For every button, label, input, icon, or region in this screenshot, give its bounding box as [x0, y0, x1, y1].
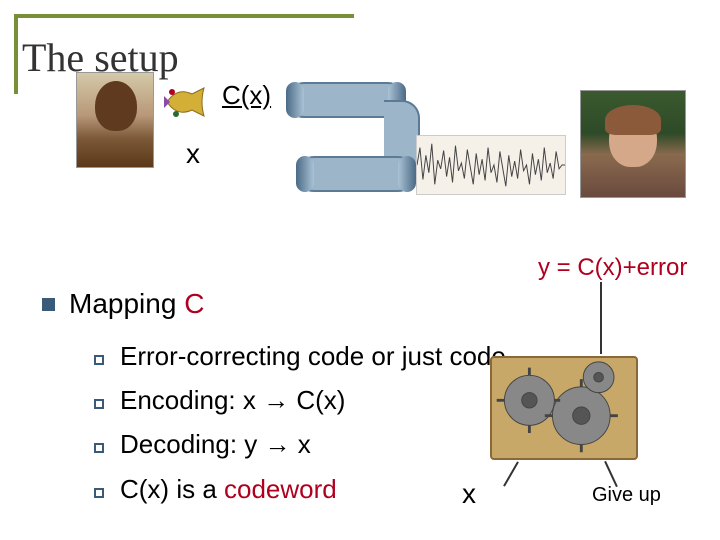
list-item: C(x) is a codeword — [94, 467, 506, 511]
noise-waveform-icon — [416, 135, 566, 195]
decoded-x-label: x — [462, 478, 476, 510]
accent-border-top — [14, 14, 354, 18]
receiver-photo — [580, 90, 686, 198]
bullet-hollow-icon — [94, 488, 104, 498]
channel-pipe-icon — [286, 82, 416, 192]
codeword-label: C(x) — [222, 80, 271, 111]
bullet-hollow-icon — [94, 443, 104, 453]
mapping-heading: Mapping C — [42, 288, 204, 320]
sender-photo — [76, 72, 154, 168]
received-y-label: y = C(x)+error — [538, 254, 687, 282]
list-item: Encoding: x → C(x) — [94, 378, 506, 422]
bullet-square-icon — [42, 298, 55, 311]
accent-border-left — [14, 14, 18, 94]
give-up-label: Give up — [592, 484, 661, 507]
message-x-label: x — [186, 138, 200, 170]
arrow-to-decoder — [600, 282, 602, 354]
list-item: Decoding: y → x — [94, 422, 506, 466]
encoder-icon — [162, 82, 212, 122]
decoder-gears-icon — [490, 356, 638, 460]
bullet-hollow-icon — [94, 355, 104, 365]
bullet-list: Error-correcting code or just code Encod… — [94, 334, 506, 511]
list-item: Error-correcting code or just code — [94, 334, 506, 378]
bullet-hollow-icon — [94, 399, 104, 409]
